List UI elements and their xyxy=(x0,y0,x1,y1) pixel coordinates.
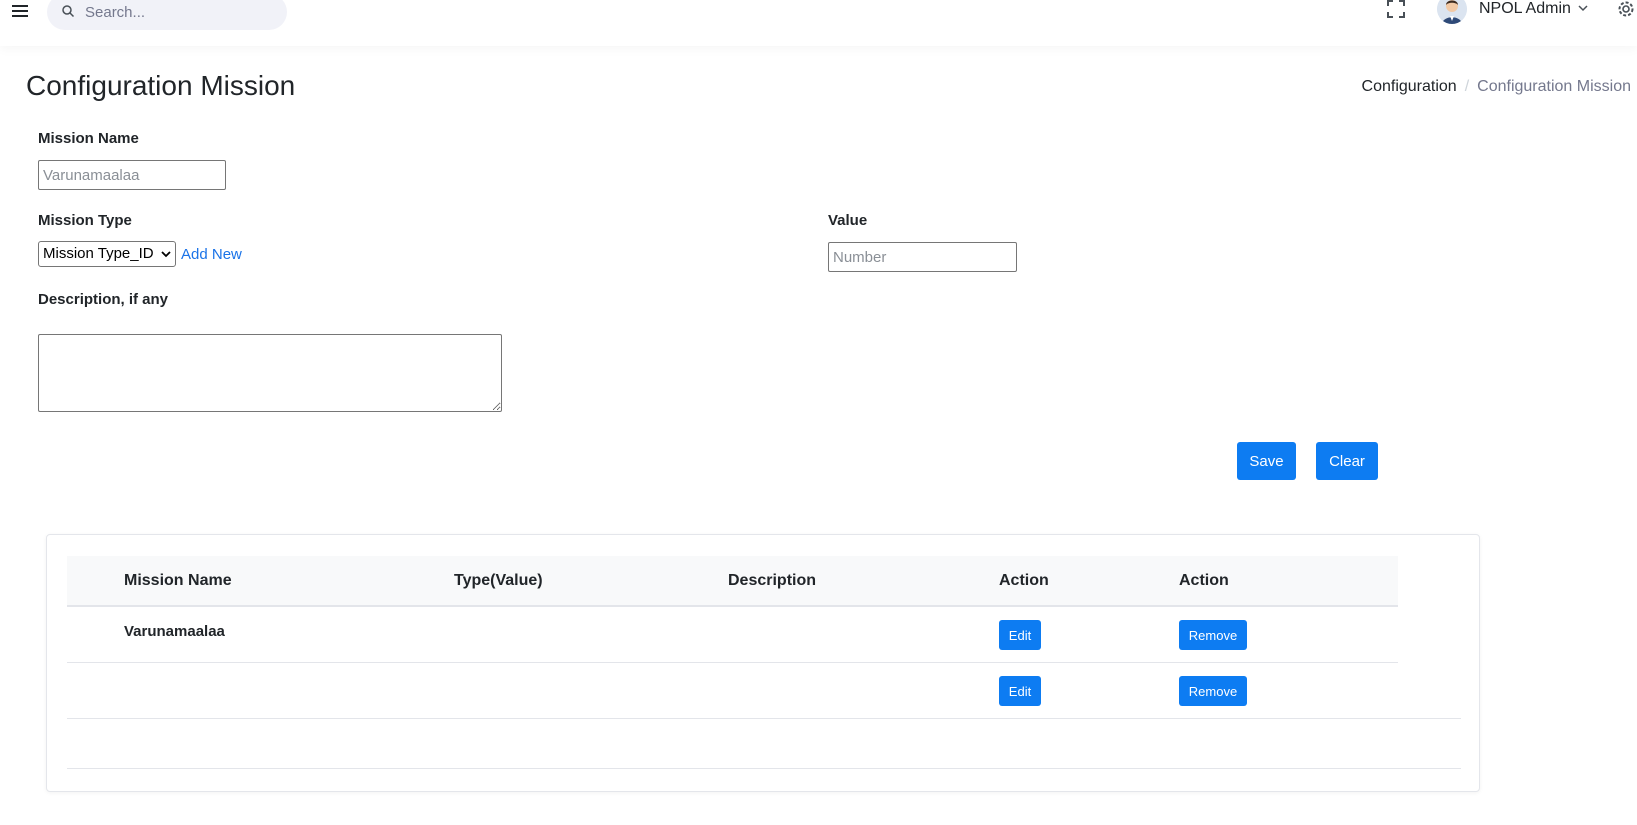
table-row: Varunamaalaa Edit Remove xyxy=(67,607,1398,663)
breadcrumb-item-current: Configuration Mission xyxy=(1477,78,1631,95)
mission-type-label: Mission Type xyxy=(38,212,132,229)
search-icon xyxy=(62,5,75,18)
search-box xyxy=(47,0,287,30)
value-label: Value xyxy=(828,212,868,229)
column-header-action-edit: Action xyxy=(999,572,1049,589)
top-navbar: NPOL Admin xyxy=(0,0,1637,46)
save-button[interactable]: Save xyxy=(1237,442,1296,480)
mission-name-input[interactable] xyxy=(38,160,226,190)
hamburger-icon[interactable] xyxy=(12,3,28,19)
chevron-down-icon[interactable] xyxy=(1578,4,1588,12)
remove-button[interactable]: Remove xyxy=(1179,620,1247,650)
add-new-link[interactable]: Add New xyxy=(181,246,242,263)
mission-type-selected: Mission Type_ID xyxy=(43,245,154,262)
column-header-description: Description xyxy=(728,572,817,589)
breadcrumb-item-configuration[interactable]: Configuration xyxy=(1362,78,1457,95)
page-title: Configuration Mission xyxy=(26,70,296,101)
edit-button[interactable]: Edit xyxy=(999,676,1041,706)
table-empty-row xyxy=(67,718,1461,769)
gear-icon[interactable] xyxy=(1615,0,1637,20)
mission-type-select[interactable]: Mission Type_ID xyxy=(38,241,176,267)
description-label: Description, if any xyxy=(38,291,169,308)
table-row: Edit Remove xyxy=(67,663,1398,719)
user-name[interactable]: NPOL Admin xyxy=(1479,0,1571,18)
fullscreen-icon[interactable] xyxy=(1387,0,1405,18)
missions-table-card: Mission Name Type(Value) Description Act… xyxy=(46,534,1480,792)
remove-button[interactable]: Remove xyxy=(1179,676,1247,706)
column-header-mission-name: Mission Name xyxy=(124,572,232,589)
avatar[interactable] xyxy=(1437,0,1467,24)
cell-mission-name: Varunamaalaa xyxy=(124,623,225,640)
breadcrumb-separator: / xyxy=(1464,78,1470,95)
column-header-action-remove: Action xyxy=(1179,572,1229,589)
column-header-type-value: Type(Value) xyxy=(454,572,543,589)
search-input[interactable] xyxy=(83,0,273,24)
clear-button[interactable]: Clear xyxy=(1316,442,1378,480)
mission-name-label: Mission Name xyxy=(38,130,139,147)
description-textarea[interactable] xyxy=(38,334,502,412)
value-input[interactable] xyxy=(828,242,1017,272)
chevron-down-icon xyxy=(161,251,171,258)
breadcrumb: Configuration / Configuration Mission xyxy=(1362,78,1631,96)
edit-button[interactable]: Edit xyxy=(999,620,1041,650)
table-header: Mission Name Type(Value) Description Act… xyxy=(67,556,1398,607)
